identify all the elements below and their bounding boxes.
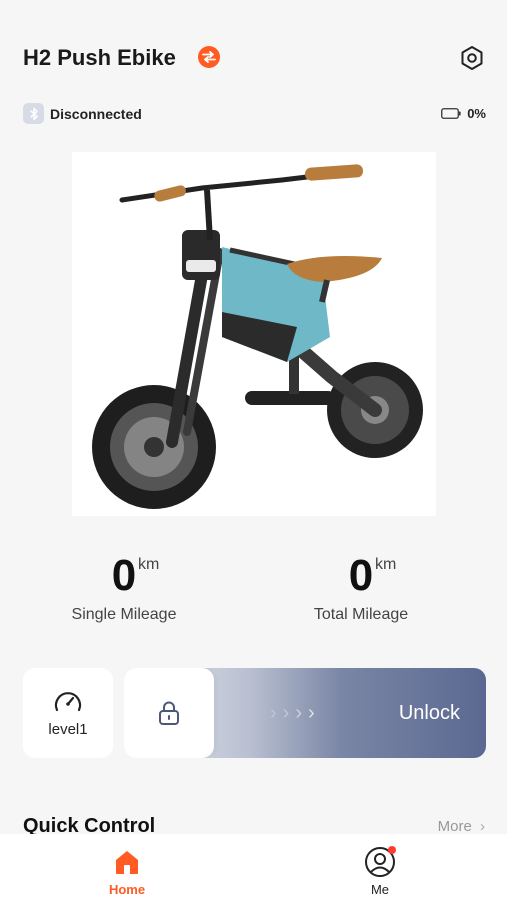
- bluetooth-icon: [29, 107, 38, 120]
- battery-level: 0%: [467, 106, 486, 121]
- settings-icon: [461, 46, 483, 70]
- unlock-label: Unlock: [398, 702, 460, 724]
- more-label: More: [437, 818, 472, 835]
- device-title[interactable]: H2 Push Ebike: [23, 45, 176, 71]
- quick-control-more-link[interactable]: More ›: [438, 818, 485, 835]
- slider-knob[interactable]: [124, 668, 214, 758]
- single-mileage-unit: km: [138, 556, 160, 573]
- tab-bar: Home Me: [0, 834, 507, 900]
- bluetooth-status[interactable]: [23, 103, 44, 124]
- lock-icon: [159, 701, 179, 725]
- battery-icon: [441, 108, 461, 119]
- bike-image: [72, 152, 436, 516]
- home-icon: [111, 846, 143, 878]
- unlock-slider[interactable]: ›››› Unlock: [124, 668, 486, 758]
- status-row: Disconnected 0%: [23, 103, 486, 125]
- total-mileage-unit: km: [375, 556, 397, 573]
- tab-home-label: Home: [108, 882, 146, 897]
- tab-me[interactable]: Me: [320, 834, 440, 900]
- speedometer-icon: [54, 691, 82, 711]
- tab-home[interactable]: Home: [67, 834, 187, 900]
- chevron-right-icons: ››››: [270, 702, 321, 724]
- notification-dot: [388, 846, 396, 854]
- tab-me-label: Me: [370, 882, 390, 897]
- speed-level-button[interactable]: level1: [23, 668, 113, 758]
- profile-icon: [364, 846, 396, 878]
- speed-level-label: level1: [48, 720, 88, 738]
- single-mileage-value: 0: [111, 551, 137, 600]
- single-mileage-stat: 0 km Single Mileage: [24, 552, 224, 624]
- header: H2 Push Ebike: [0, 0, 507, 90]
- connection-status: Disconnected: [50, 106, 142, 122]
- chevron-right-icon: ›: [480, 818, 485, 835]
- settings-button[interactable]: [458, 44, 486, 72]
- swap-icon: [202, 51, 216, 63]
- total-mileage-label: Total Mileage: [313, 606, 409, 623]
- total-mileage-value: 0: [348, 551, 374, 600]
- total-mileage-stat: 0 km Total Mileage: [261, 552, 461, 624]
- swap-device-button[interactable]: [198, 46, 220, 68]
- single-mileage-label: Single Mileage: [71, 606, 177, 623]
